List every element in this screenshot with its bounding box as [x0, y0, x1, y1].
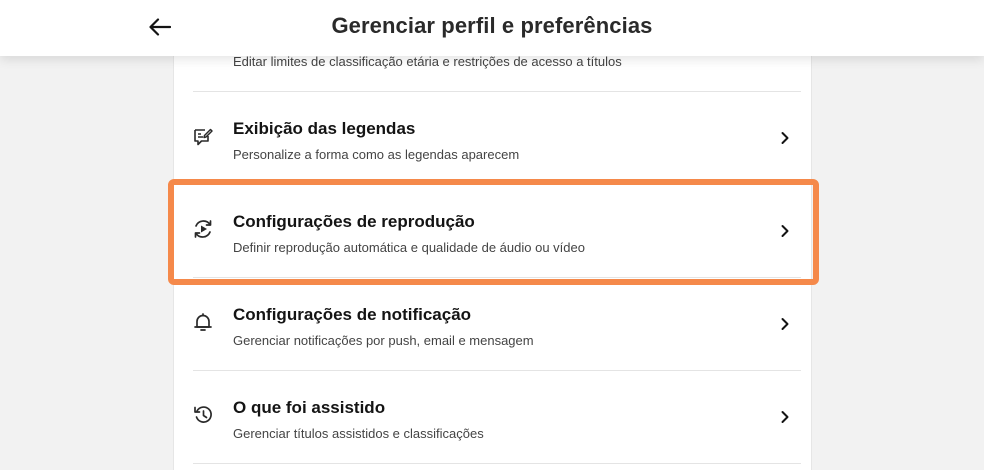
settings-item-notifications[interactable]: Configurações de notificação Gerenciar n…: [174, 279, 813, 371]
chevron-right-icon: [781, 132, 789, 144]
settings-item-title: O que foi assistido: [233, 398, 386, 417]
settings-item-subtitles[interactable]: Exibição das legendas Personalize a form…: [174, 93, 813, 185]
settings-item-subtitle: Definir reprodução automática e qualidad…: [233, 240, 585, 255]
playback-settings-icon: [194, 220, 212, 238]
settings-item-title: Configurações de reprodução: [233, 212, 475, 231]
bell-icon: [194, 313, 212, 331]
history-icon: [194, 406, 212, 423]
chevron-right-icon: [781, 318, 789, 330]
divider: [193, 91, 801, 92]
settings-item-title: Exibição das legendas: [233, 119, 416, 138]
divider: [193, 463, 801, 464]
top-header: Gerenciar perfil e preferências: [0, 0, 984, 56]
settings-item-subtitle: Personalize a forma como as legendas apa…: [233, 147, 520, 162]
chevron-right-icon: [781, 411, 789, 423]
settings-item-title: Configurações de notificação: [233, 305, 472, 324]
settings-item-subtitle: Editar limites de classificação etária e…: [233, 54, 622, 69]
settings-panel: Editar limites de classificação etária e…: [173, 0, 812, 470]
subtitles-edit-icon: [194, 128, 213, 146]
chevron-right-icon: [781, 225, 789, 237]
settings-item-subtitle: Gerenciar títulos assistidos e classific…: [233, 426, 484, 441]
page-title: Gerenciar perfil e preferências: [331, 13, 653, 38]
settings-item-subtitle: Gerenciar notificações por push, email e…: [233, 333, 534, 348]
divider: [193, 184, 801, 185]
divider: [193, 277, 801, 278]
settings-item-watch-history[interactable]: O que foi assistido Gerenciar títulos as…: [174, 372, 813, 464]
divider: [193, 370, 801, 371]
settings-item-playback[interactable]: Configurações de reprodução Definir repr…: [174, 186, 813, 278]
